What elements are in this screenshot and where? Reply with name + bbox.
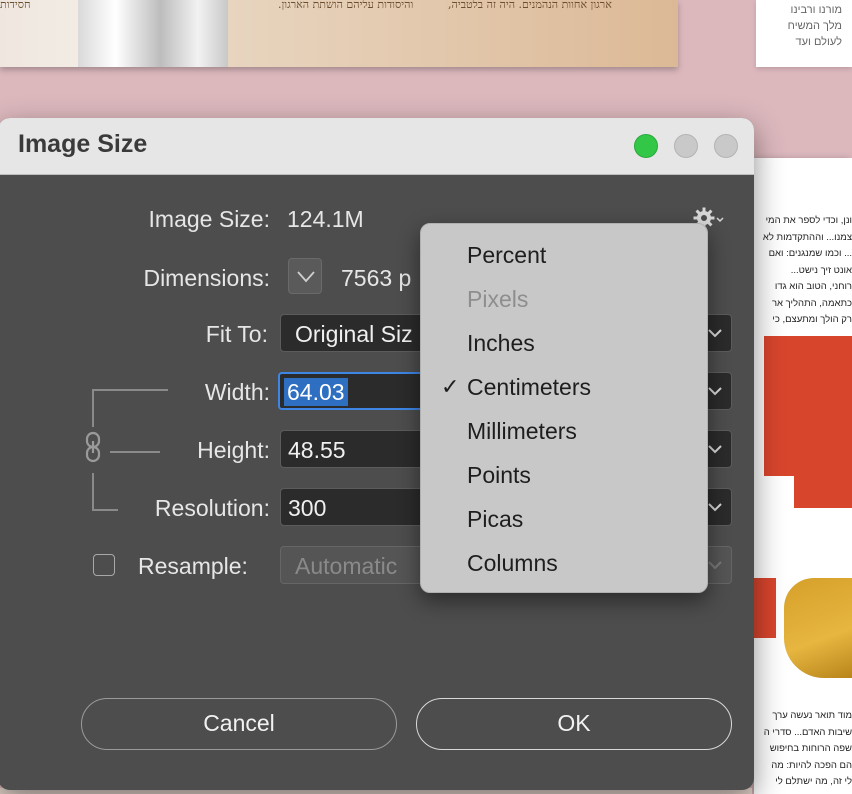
height-label: Height: (197, 437, 270, 463)
resolution-label: Resolution: (154, 495, 270, 521)
ok-button[interactable]: OK (416, 698, 732, 750)
menu-item-label: Columns (467, 550, 558, 576)
right-page-text: מורנו ורבינו מלך המשיח לעולם ועד (787, 4, 842, 48)
menu-item-pixels: Pixels (421, 278, 707, 322)
poster-text-line: כתאמה, התהליך אר (771, 297, 852, 309)
menu-item-millimeters[interactable]: Millimeters (421, 410, 707, 454)
menu-item-label: Inches (467, 330, 535, 356)
menu-item-label: Points (467, 462, 531, 488)
menu-item-label: Percent (467, 242, 547, 268)
menu-item-centimeters[interactable]: ✓ Centimeters (421, 366, 707, 410)
menu-item-columns[interactable]: Columns (421, 542, 707, 586)
spread-text-mid: והיסודות עליהם הושתת הארגון. (278, 0, 414, 11)
poster-text-line: עצמי אתה כשרונו (783, 791, 852, 794)
menu-item-points[interactable]: Points (421, 454, 707, 498)
image-size-value: 124.1M (287, 206, 364, 232)
poster-text-line: רוחני, הטוב הוא גדו (774, 281, 852, 292)
window-button-grey[interactable] (674, 134, 698, 158)
menu-item-inches[interactable]: Inches (421, 322, 707, 366)
poster-text-line: שיבות האדם... סדרי ה (763, 726, 852, 738)
constrain-bracket-line (92, 509, 118, 511)
poster-text-line: אונט זיך נישט... (790, 264, 852, 276)
dimensions-label: Dimensions: (143, 265, 270, 291)
window-button-grey[interactable] (714, 134, 738, 158)
width-value: 64.03 (284, 378, 348, 406)
menu-item-label: Millimeters (467, 418, 577, 444)
constrain-bracket-line (92, 473, 94, 511)
dimensions-value: 7563 p (341, 265, 412, 291)
poster-text-line: לי זה, מה ישתלם לי (775, 776, 852, 787)
background-right-page: מורנו ורבינו מלך המשיח לעולם ועד (756, 0, 852, 67)
spread-text-left: חסידות (0, 0, 31, 11)
dialog-title: Image Size (18, 130, 148, 158)
window-button-green[interactable] (634, 134, 658, 158)
poster-yellow-figure (784, 578, 852, 678)
poster-text-line: שפה הרוחות בחיפוש (769, 743, 852, 754)
poster-text-line: הם הפכה להיות: מה (771, 759, 852, 771)
checkmark-icon: ✓ (441, 375, 460, 400)
poster-text-line: ונן, וכדי לספר את המי (765, 215, 852, 226)
fit-to-label: Fit To: (205, 321, 268, 347)
menu-item-picas[interactable]: Picas (421, 498, 707, 542)
menu-item-label: Pixels (467, 286, 529, 312)
pillar-image (78, 0, 228, 67)
units-dropdown-menu: Percent Pixels Inches ✓ Centimeters Millimete… (420, 223, 708, 593)
poster-text-line: ... וכמו שמנגנים: ואם (768, 248, 852, 259)
spread-text-right: ארגון אחוות הנהמנים. היה זה בלטביה, (448, 0, 612, 11)
poster-text-line: רק הולך ומתעצם, כי (772, 314, 852, 325)
background-poster-page: ונן, וכדי לספר את המי צמנו... וההתקדמות ל… (754, 158, 852, 794)
resample-checkbox[interactable] (93, 554, 115, 576)
width-label: Width: (204, 379, 270, 405)
image-size-label: Image Size: (148, 206, 270, 232)
poster-red-shape (754, 578, 776, 638)
height-value: 48.55 (288, 437, 346, 463)
poster-text-line: מוד תואר נעשה ערך (772, 710, 852, 721)
dimensions-toggle-button[interactable] (288, 258, 322, 294)
cancel-button[interactable]: Cancel (81, 698, 397, 750)
menu-item-percent[interactable]: Percent (421, 234, 707, 278)
menu-item-label: Centimeters (467, 374, 591, 400)
resolution-value: 300 (288, 495, 327, 521)
poster-red-shape (794, 448, 852, 508)
background-page-spread: חסידות והיסודות עליהם הושתת הארגון. ארגו… (0, 0, 678, 67)
resample-value: Automatic (295, 553, 398, 579)
constrain-bracket-line (110, 451, 160, 453)
resample-label: Resample: (138, 553, 248, 579)
poster-text-line: צמנו... וההתקדמות לא (762, 231, 852, 243)
menu-item-label: Picas (467, 506, 524, 532)
constrain-bracket-line (92, 389, 168, 391)
fit-to-value: Original Siz (295, 321, 413, 347)
link-chain-icon[interactable] (84, 431, 102, 468)
constrain-bracket-line (92, 389, 94, 427)
title-bar[interactable]: Image Size (0, 118, 754, 175)
